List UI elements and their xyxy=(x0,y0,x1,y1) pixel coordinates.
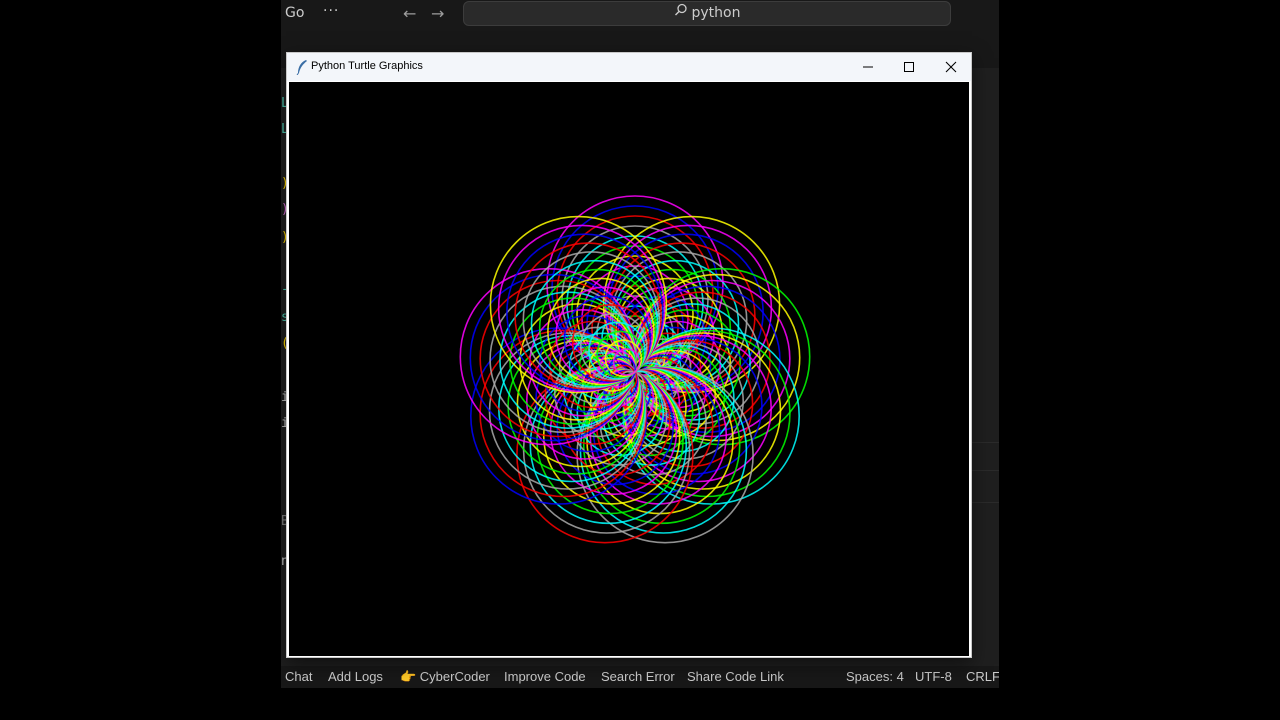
minimize-icon xyxy=(863,66,873,68)
status-improve-code[interactable]: Improve Code xyxy=(504,666,586,688)
status-chat[interactable]: Chat xyxy=(285,666,312,688)
status-cybercoder[interactable]: 👉 CyberCoder xyxy=(400,666,490,688)
turtle-canvas[interactable] xyxy=(289,82,969,656)
letterbox-bottom xyxy=(281,688,999,720)
panel-divider xyxy=(971,502,999,503)
turtle-title-bar[interactable]: Python Turtle Graphics xyxy=(287,53,971,81)
close-button[interactable] xyxy=(930,53,972,81)
status-encoding[interactable]: UTF-8 xyxy=(915,666,952,688)
menu-go[interactable]: Go xyxy=(285,5,304,21)
status-eol[interactable]: CRLF xyxy=(966,666,999,688)
turtle-window-title: Python Turtle Graphics xyxy=(311,60,423,72)
arrow-right-icon[interactable]: → xyxy=(431,4,444,23)
status-add-logs[interactable]: Add Logs xyxy=(328,666,383,688)
command-center-search[interactable]: python xyxy=(463,1,951,26)
minimize-button[interactable] xyxy=(847,53,889,81)
command-center-text: python xyxy=(691,5,741,21)
title-bar: Go ··· ← → python xyxy=(281,0,999,30)
menu-more-icon[interactable]: ··· xyxy=(323,3,339,19)
status-share-code-link[interactable]: Share Code Link xyxy=(687,666,784,688)
turtle-graphics-window[interactable]: Python Turtle Graphics xyxy=(286,52,972,658)
maximize-icon xyxy=(904,62,914,72)
close-icon xyxy=(945,61,957,73)
status-bar: Chat Add Logs 👉 CyberCoder Improve Code … xyxy=(281,666,999,688)
panel-divider xyxy=(971,442,999,443)
maximize-button[interactable] xyxy=(888,53,930,81)
status-spaces[interactable]: Spaces: 4 xyxy=(846,666,904,688)
search-icon xyxy=(674,2,688,24)
feather-icon xyxy=(295,59,309,76)
panel-divider xyxy=(971,470,999,471)
status-search-error[interactable]: Search Error xyxy=(601,666,675,688)
spirograph-drawing xyxy=(459,195,811,544)
arrow-left-icon[interactable]: ← xyxy=(403,4,416,23)
